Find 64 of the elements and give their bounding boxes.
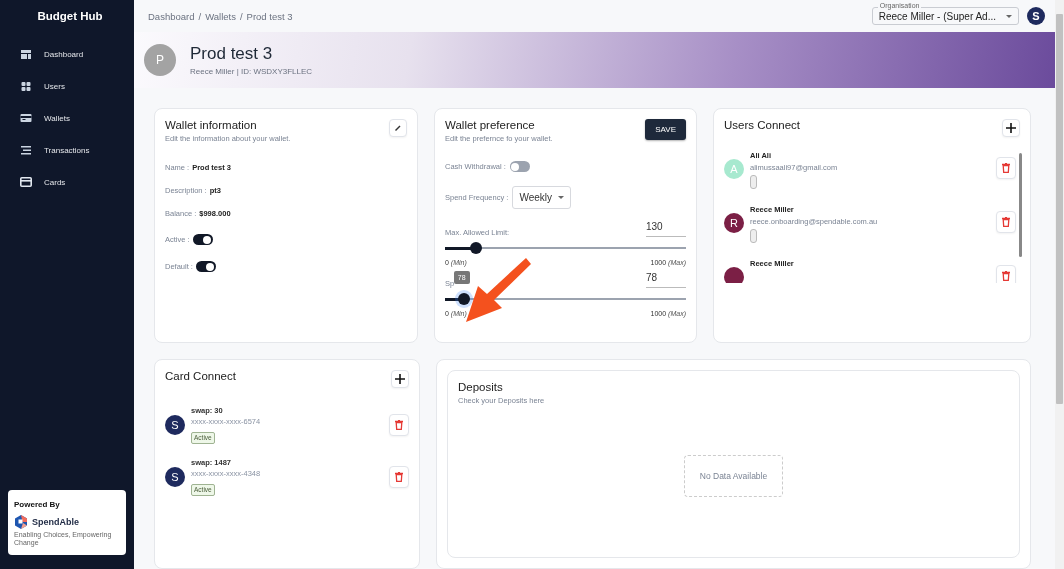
card-avatar: S	[165, 467, 185, 487]
status-pill	[750, 229, 757, 243]
delete-button[interactable]	[996, 265, 1016, 283]
sidebar-item[interactable]: Cards	[0, 166, 134, 198]
value-field[interactable]: 130	[646, 219, 686, 237]
dashboard-icon	[20, 49, 32, 59]
user-avatar: R	[724, 213, 744, 233]
wallet-icon	[20, 114, 32, 122]
plus-icon	[395, 374, 405, 384]
sidebar-item[interactable]: Dashboard	[0, 38, 134, 70]
user-avatar: A	[724, 159, 744, 179]
sidebar-item[interactable]: Transactions	[0, 134, 134, 166]
slider-thumb[interactable]	[470, 242, 483, 254]
breadcrumb-link[interactable]: Dashboard	[148, 10, 195, 22]
card-title: Deposits	[458, 381, 504, 393]
trash-icon	[395, 472, 403, 482]
card-title: Wallet information	[165, 119, 258, 131]
trash-icon	[395, 420, 403, 430]
trash-icon	[1002, 217, 1010, 227]
brand-logo-text: SpendAble	[32, 517, 79, 527]
page-subtitle: Reece Miller | ID: WSDXY3FLLEC	[190, 67, 313, 76]
trash-icon	[1002, 163, 1010, 173]
sidebar-item[interactable]: Wallets	[0, 102, 134, 134]
account-avatar[interactable]: S	[1027, 7, 1045, 25]
delete-button[interactable]	[996, 157, 1016, 179]
delete-button[interactable]	[389, 466, 409, 488]
breadcrumb-separator: /	[198, 10, 202, 22]
pencil-icon	[395, 125, 401, 131]
caret-icon	[1006, 15, 1012, 18]
delete-button[interactable]	[389, 414, 409, 436]
edit-button[interactable]	[389, 119, 407, 137]
sidebar-item[interactable]: Users	[0, 70, 134, 102]
save-button[interactable]: SAVE	[645, 119, 686, 140]
list-icon	[20, 145, 32, 155]
card-icon	[20, 177, 32, 187]
empty-state: No Data Available	[683, 455, 784, 497]
caret-icon	[558, 196, 564, 199]
delete-button[interactable]	[996, 211, 1016, 233]
breadcrumb-link[interactable]: Wallets	[205, 10, 236, 22]
logo-icon	[14, 515, 28, 529]
scrollbar[interactable]	[1056, 14, 1063, 404]
card-title: Wallet preference	[445, 119, 536, 131]
wallet-avatar: P	[144, 44, 176, 76]
page-title: Prod test 3	[190, 44, 274, 64]
brand-title: Budget Hub	[36, 9, 104, 24]
card-avatar: S	[165, 415, 185, 435]
toggle-switch[interactable]	[192, 234, 213, 245]
frequency-select[interactable]: Weekly	[512, 186, 571, 209]
plus-icon	[1006, 123, 1016, 133]
value-field[interactable]: 78	[646, 270, 686, 288]
add-button[interactable]	[391, 370, 409, 388]
toggle-switch[interactable]	[509, 161, 530, 172]
grid-icon	[20, 81, 32, 91]
toggle-switch[interactable]	[195, 261, 216, 272]
breadcrumb-link[interactable]: Prod test 3	[246, 10, 293, 22]
status-pill	[750, 175, 757, 189]
card-title: Card Connect	[165, 370, 236, 382]
breadcrumb-separator: /	[239, 10, 243, 22]
add-button[interactable]	[1002, 119, 1020, 137]
powered-by-label: Powered By	[14, 500, 61, 509]
scrollbar[interactable]	[1019, 153, 1022, 257]
card-title: Users Connect	[724, 119, 801, 131]
slider-thumb[interactable]	[457, 293, 470, 305]
trash-icon	[1002, 271, 1010, 281]
